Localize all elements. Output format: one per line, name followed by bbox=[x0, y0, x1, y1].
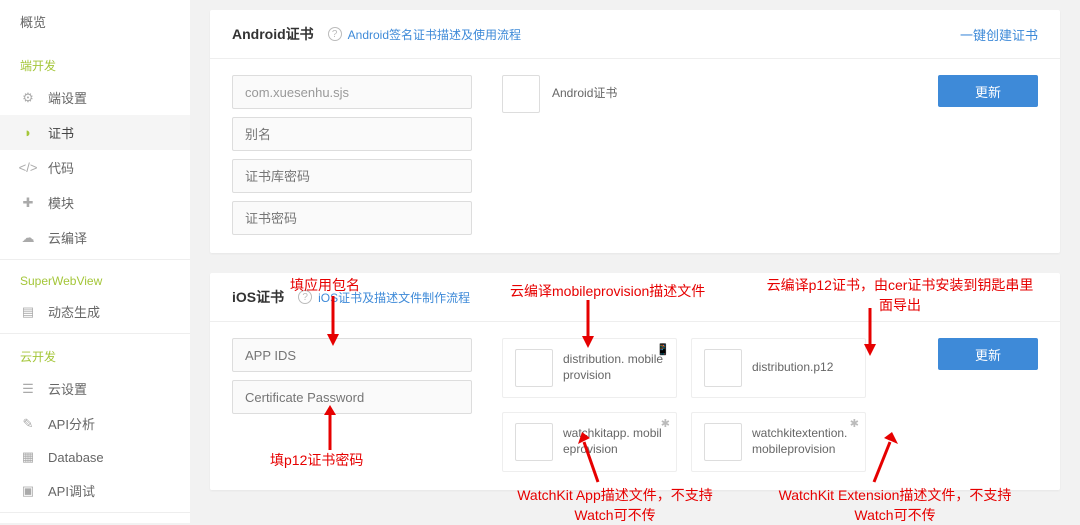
android-help-link[interactable]: ? Android签名证书描述及使用流程 bbox=[328, 26, 521, 43]
puzzle-icon: ✚ bbox=[20, 195, 36, 211]
sidebar-item-label: API分析 bbox=[48, 414, 95, 433]
sidebar-item-label: 端设置 bbox=[48, 88, 87, 107]
sidebar-item-label: 动态生成 bbox=[48, 302, 100, 321]
help-icon: ? bbox=[298, 290, 312, 304]
help-text: iOS证书及描述文件制作流程 bbox=[318, 289, 470, 306]
upload-box[interactable] bbox=[502, 75, 540, 113]
sidebar-item-label: API调试 bbox=[48, 481, 95, 500]
android-certpw-input[interactable] bbox=[232, 201, 472, 235]
slot-badge-icon: ✱ bbox=[850, 417, 859, 430]
sidebar-item-label: 证书 bbox=[48, 123, 74, 142]
sidebar-group-title: 应用服务 bbox=[0, 517, 190, 523]
sidebar-item[interactable]: ✎ API分析 bbox=[0, 406, 190, 441]
android-storepw-input[interactable] bbox=[232, 159, 472, 193]
database-icon: ▦ bbox=[20, 449, 36, 465]
panel-header: iOS证书 ? iOS证书及描述文件制作流程 bbox=[210, 273, 1060, 322]
terminal-icon: ▣ bbox=[20, 483, 36, 499]
upload-box[interactable] bbox=[704, 423, 742, 461]
code-icon: </> bbox=[20, 160, 36, 176]
sidebar-item[interactable]: </> 代码 bbox=[0, 150, 190, 185]
sidebar-item[interactable]: ▣ API调试 bbox=[0, 473, 190, 508]
sidebar: 概览 端开发 ⚙ 端设置 ◗ 证书 </> 代码 ✚ 模块 ☁ 云编译 SuperWebView ▤ 动态… bbox=[0, 0, 190, 523]
panel-title: iOS证书 bbox=[232, 287, 284, 307]
sidebar-item[interactable]: ▦ Database bbox=[0, 441, 190, 473]
sidebar-overview[interactable]: 概览 bbox=[0, 0, 190, 43]
help-text: Android签名证书描述及使用流程 bbox=[348, 26, 521, 43]
android-package-input[interactable] bbox=[232, 75, 472, 109]
ios-form bbox=[232, 338, 472, 414]
help-icon: ? bbox=[328, 27, 342, 41]
sidebar-item[interactable]: ⚙ 端设置 bbox=[0, 80, 190, 115]
android-update-button[interactable]: 更新 bbox=[938, 75, 1038, 107]
sidebar-item[interactable]: ☰ 云设置 bbox=[0, 371, 190, 406]
panel-body: distribution. mobileprovision📱distributi… bbox=[210, 322, 1060, 490]
panel-body: Android证书 更新 bbox=[210, 59, 1060, 253]
upload-label: distribution.p12 bbox=[752, 360, 833, 376]
chart-icon: ✎ bbox=[20, 416, 36, 432]
ios-upload-slot[interactable]: watchkitextention. mobileprovision✱ bbox=[691, 412, 866, 472]
ios-help-link[interactable]: ? iOS证书及描述文件制作流程 bbox=[298, 289, 470, 306]
ios-upload-slot[interactable]: watchkitapp. mobileprovision✱ bbox=[502, 412, 677, 472]
tag-icon: ◗ bbox=[20, 125, 36, 141]
ios-update-button[interactable]: 更新 bbox=[938, 338, 1038, 370]
upload-box[interactable] bbox=[515, 349, 553, 387]
sidebar-group-title: 云开发 bbox=[0, 338, 190, 371]
sidebar-item[interactable]: ☁ 云编译 bbox=[0, 220, 190, 255]
sidebar-group-title: SuperWebView bbox=[0, 264, 190, 294]
one-click-create-link[interactable]: 一键创建证书 bbox=[960, 25, 1038, 44]
content-area: Android证书 ? Android签名证书描述及使用流程 一键创建证书 An… bbox=[190, 0, 1080, 523]
sidebar-item[interactable]: ✚ 模块 bbox=[0, 185, 190, 220]
upload-label: watchkitextention. mobileprovision bbox=[752, 426, 853, 457]
sidebar-item-label: 云设置 bbox=[48, 379, 87, 398]
slot-badge-icon: 📱 bbox=[656, 343, 670, 356]
panel-header: Android证书 ? Android签名证书描述及使用流程 一键创建证书 bbox=[210, 10, 1060, 59]
sidebar-item-label: 代码 bbox=[48, 158, 74, 177]
ios-certpw-input[interactable] bbox=[232, 380, 472, 414]
upload-label: Android证书 bbox=[552, 86, 617, 102]
sidebar-item[interactable]: ▤ 动态生成 bbox=[0, 294, 190, 329]
layers-icon: ▤ bbox=[20, 304, 36, 320]
ios-appids-input[interactable] bbox=[232, 338, 472, 372]
upload-label: watchkitapp. mobileprovision bbox=[563, 426, 664, 457]
ios-upload-slot[interactable]: distribution.p12 bbox=[691, 338, 866, 398]
upload-box[interactable] bbox=[704, 349, 742, 387]
android-alias-input[interactable] bbox=[232, 117, 472, 151]
sidebar-item[interactable]: ◗ 证书 bbox=[0, 115, 190, 150]
android-cert-panel: Android证书 ? Android签名证书描述及使用流程 一键创建证书 An… bbox=[210, 10, 1060, 253]
settings-icon: ☰ bbox=[20, 381, 36, 397]
panel-title: Android证书 bbox=[232, 24, 314, 44]
sidebar-item-label: Database bbox=[48, 450, 104, 465]
sidebar-item-label: 模块 bbox=[48, 193, 74, 212]
cloud-icon: ☁ bbox=[20, 230, 36, 246]
android-form bbox=[232, 75, 472, 235]
ios-upload-slot[interactable]: distribution. mobileprovision📱 bbox=[502, 338, 677, 398]
upload-label: distribution. mobileprovision bbox=[563, 352, 664, 383]
sidebar-item-label: 云编译 bbox=[48, 228, 87, 247]
upload-box[interactable] bbox=[515, 423, 553, 461]
android-cert-upload[interactable]: Android证书 bbox=[502, 75, 617, 113]
sidebar-group-title: 端开发 bbox=[0, 47, 190, 80]
slot-badge-icon: ✱ bbox=[661, 417, 670, 430]
ios-cert-panel: iOS证书 ? iOS证书及描述文件制作流程 distribution. mob… bbox=[210, 273, 1060, 490]
ios-upload-grid: distribution. mobileprovision📱distributi… bbox=[502, 338, 882, 472]
gear-icon: ⚙ bbox=[20, 90, 36, 106]
